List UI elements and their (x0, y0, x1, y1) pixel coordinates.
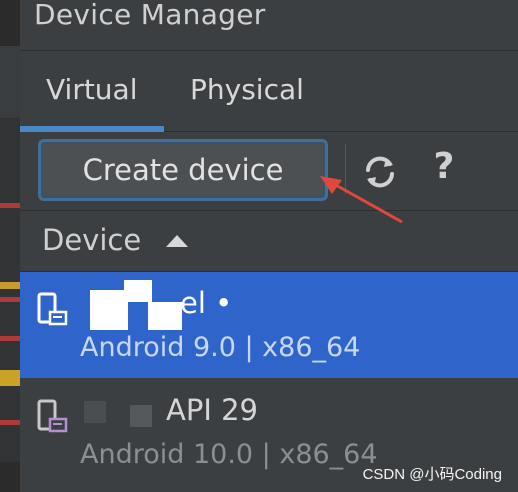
tab-virtual[interactable]: Virtual (46, 73, 138, 106)
help-icon[interactable]: ? (424, 146, 464, 192)
tab-physical[interactable]: Physical (190, 73, 304, 106)
gutter-marker (0, 336, 20, 341)
gutter-block (0, 0, 20, 46)
device-column-header[interactable]: Device (20, 211, 518, 272)
sort-ascending-icon (166, 235, 188, 247)
annotation-arrow (320, 176, 403, 224)
device-row[interactable]: el • Android 9.0 | x86_64 (20, 272, 518, 378)
tab-bar: Virtual Physical (20, 51, 518, 132)
device-subtitle: Android 10.0 | x86_64 (80, 439, 378, 470)
device-subtitle: Android 9.0 | x86_64 (80, 332, 361, 363)
editor-gutter-strip (0, 0, 20, 492)
gutter-block (0, 46, 20, 119)
gutter-marker (0, 420, 20, 425)
redacted-name (124, 280, 152, 302)
phone-device-icon (36, 399, 70, 435)
phone-device-icon (36, 292, 70, 328)
watermark-text: CSDN @小码Coding (362, 466, 502, 483)
device-manager-panel: Device Manager Virtual Physical Create d… (20, 0, 518, 492)
toolbar: Create device ? (20, 132, 518, 211)
redacted-name (130, 405, 152, 427)
device-name: API 29 (166, 393, 258, 427)
gutter-block (0, 462, 20, 492)
device-name: el • (180, 286, 233, 320)
redacted-name (148, 302, 182, 330)
create-device-button[interactable]: Create device (38, 139, 328, 201)
redacted-name (90, 290, 128, 330)
gutter-marker (0, 203, 20, 208)
gutter-marker (0, 370, 20, 386)
column-header-device[interactable]: Device (42, 223, 141, 257)
panel-title-bar: Device Manager (20, 0, 518, 51)
gutter-marker (0, 282, 20, 289)
panel-title: Device Manager (34, 0, 266, 31)
redacted-name (84, 401, 106, 423)
gutter-marker (0, 297, 20, 302)
